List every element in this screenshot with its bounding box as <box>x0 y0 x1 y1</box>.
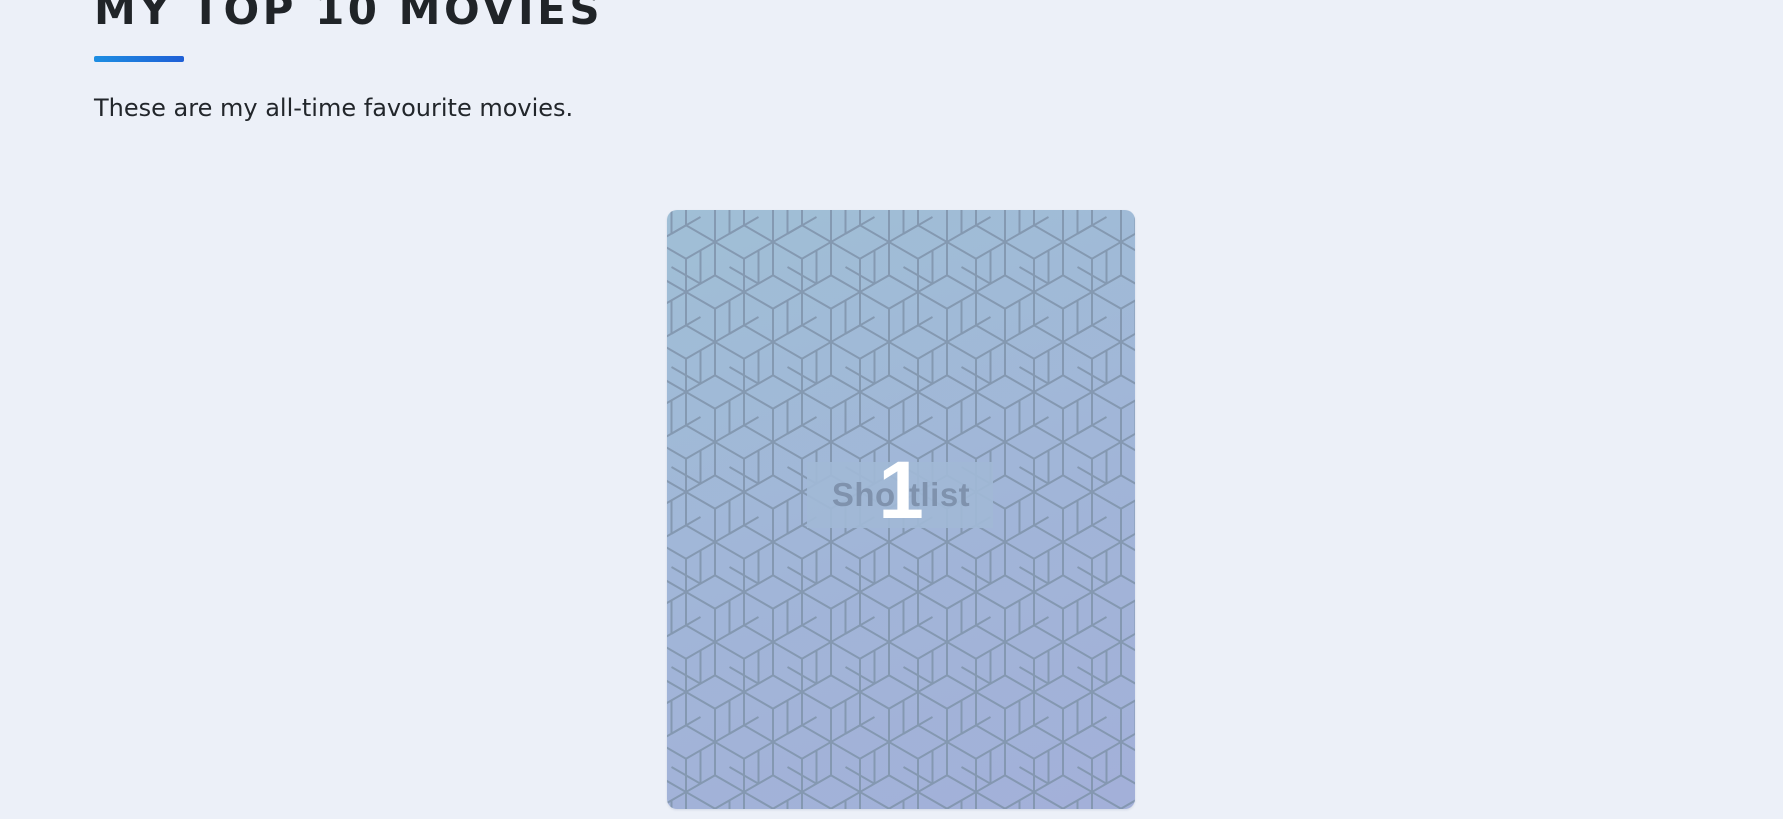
page-title: MY TOP 10 MOVIES <box>94 0 604 34</box>
rank-number: 1 <box>878 445 924 536</box>
title-underline <box>94 56 184 62</box>
page-header: MY TOP 10 MOVIES <box>94 0 603 37</box>
movie-card[interactable]: Shortlist 1 <box>667 210 1135 809</box>
page-subtitle: These are my all-time favourite movies. <box>94 94 574 122</box>
